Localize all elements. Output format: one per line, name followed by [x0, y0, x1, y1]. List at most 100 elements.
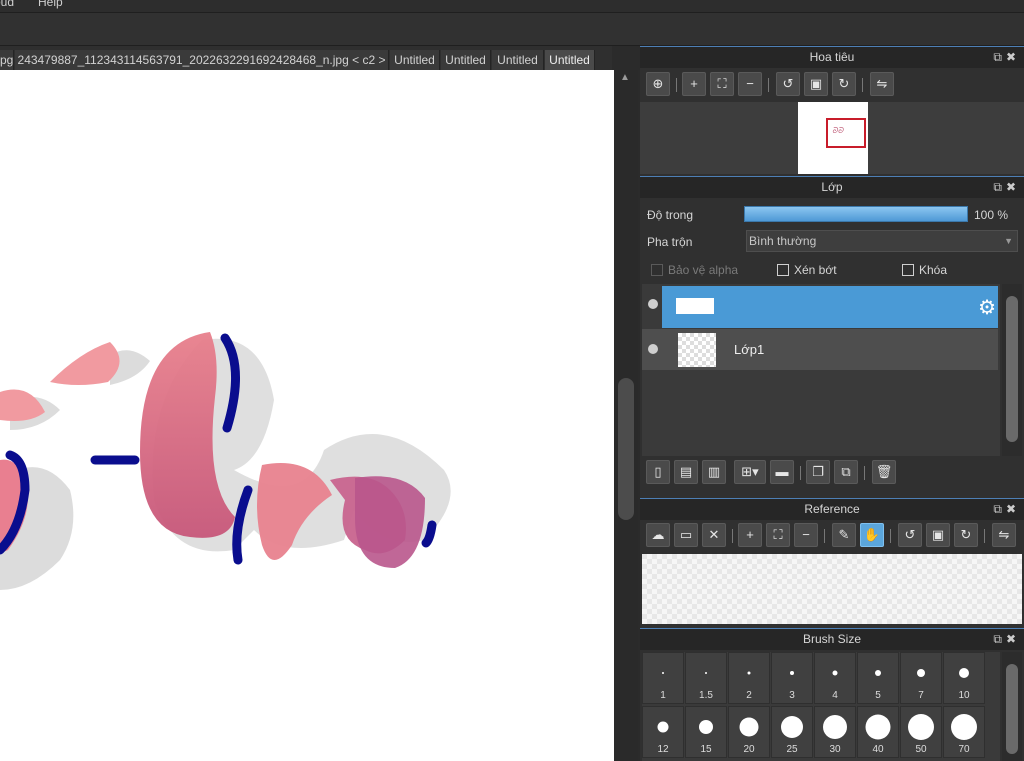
brush-size-cell[interactable]: 40 [857, 706, 899, 758]
brush-size-label: 40 [872, 744, 884, 755]
tab-untitled-1[interactable]: Untitled [390, 50, 440, 70]
brush-size-label: 5 [875, 690, 881, 701]
brush-dot-icon [699, 720, 713, 734]
layer-row-selected[interactable]: ⚙ [662, 286, 998, 328]
brush-size-label: 70 [958, 744, 970, 755]
rotate-left-icon[interactable]: ↺ [898, 523, 922, 547]
brush-dot-icon [739, 717, 759, 737]
brush-size-cell[interactable]: 2 [728, 652, 770, 704]
opacity-value: 100 % [974, 208, 1009, 222]
zoom-in-icon[interactable]: + [682, 72, 706, 96]
eyedropper-icon[interactable]: ✎ [832, 523, 856, 547]
folder-icon[interactable]: ▬ [770, 460, 794, 484]
lock-label: Khóa [919, 263, 948, 277]
layer-row[interactable]: Lớp1 [642, 328, 998, 370]
brush-size-cell[interactable]: 10 [943, 652, 985, 704]
add-layer-menu-icon[interactable]: ⊞▾ [734, 460, 766, 484]
brush-size-cell[interactable]: 5 [857, 652, 899, 704]
brush-size-cell[interactable]: 25 [771, 706, 813, 758]
new-8bit-layer-icon[interactable]: ▤ [674, 460, 698, 484]
panel-float-close-icons[interactable]: ⧉✖ [993, 177, 1020, 198]
flip-horizontal-icon[interactable]: ⇋ [870, 72, 894, 96]
brush-size-cell[interactable]: 1.5 [685, 652, 727, 704]
zoom-in-icon[interactable]: + [738, 523, 762, 547]
brush-size-cell[interactable]: 3 [771, 652, 813, 704]
flip-horizontal-icon[interactable]: ⇋ [992, 523, 1016, 547]
scrollbar-thumb[interactable] [618, 378, 634, 520]
zoom-out-icon[interactable]: − [738, 72, 762, 96]
panel-float-close-icons[interactable]: ⧉✖ [993, 499, 1020, 520]
brush-size-cell[interactable]: 4 [814, 652, 856, 704]
rotate-right-icon[interactable]: ↻ [832, 72, 856, 96]
tab-partial[interactable]: pg [0, 50, 14, 70]
panel-float-close-icons[interactable]: ⧉✖ [993, 629, 1020, 650]
navigator-preview[interactable]: ᘐᘐ [640, 102, 1024, 174]
navigator-thumbnail: ᘐᘐ [798, 102, 868, 174]
protect-alpha-checkbox[interactable] [651, 264, 663, 276]
brush-dot-icon [908, 714, 934, 740]
brush-dot-icon [951, 714, 977, 740]
blend-mode-select[interactable]: Bình thường ▼ [746, 230, 1018, 252]
brush-size-label: 50 [915, 744, 927, 755]
tab-untitled-active[interactable]: Untitled [545, 50, 595, 70]
brush-size-cell[interactable]: 7 [900, 652, 942, 704]
brush-dot-icon [959, 668, 969, 678]
brush-size-cell[interactable]: 30 [814, 706, 856, 758]
brush-size-cell[interactable]: 70 [943, 706, 985, 758]
document-tabs: pg 243479887_112343114563791_20226322916… [0, 46, 612, 70]
brush-size-label: 30 [829, 744, 841, 755]
brush-size-cell[interactable]: 12 [642, 706, 684, 758]
cloud-icon[interactable]: ☁ [646, 523, 670, 547]
blend-label: Pha trộn [647, 235, 693, 249]
lock-checkbox[interactable] [902, 264, 914, 276]
canvas-vertical-scrollbar[interactable]: ▲ [614, 70, 638, 761]
brush-size-label: 4 [832, 690, 838, 701]
layers-panel-header: Lớp ⧉✖ [640, 176, 1024, 198]
layer-visibility-icon[interactable] [648, 344, 658, 354]
reference-title: Reference [804, 502, 860, 516]
panel-float-close-icons[interactable]: ⧉✖ [993, 47, 1020, 68]
brush-dot-icon [781, 716, 803, 738]
brush-size-label: 1 [660, 690, 666, 701]
gear-icon[interactable]: ⚙ [978, 295, 996, 320]
fit-screen-icon[interactable]: ⛶ [766, 523, 790, 547]
merge-layer-icon[interactable]: ⧉ [834, 460, 858, 484]
brush-size-cell[interactable]: 1 [642, 652, 684, 704]
drawing-canvas[interactable] [0, 70, 614, 761]
clipping-checkbox[interactable] [777, 264, 789, 276]
new-layer-icon[interactable]: ▯ [646, 460, 670, 484]
opacity-slider[interactable] [744, 206, 968, 222]
navigator-panel-header: Hoa tiêu ⧉✖ [640, 46, 1024, 68]
menu-item-help[interactable]: Help [38, 0, 63, 9]
hand-tool-icon[interactable]: ✋ [860, 523, 884, 547]
tab-image-file[interactable]: 243479887_112343114563791_20226322916924… [15, 50, 389, 70]
close-icon[interactable]: ✕ [702, 523, 726, 547]
brush-size-scrollbar[interactable] [1002, 652, 1022, 761]
scroll-up-icon[interactable]: ▲ [620, 72, 630, 83]
menu-item-cloud[interactable]: oud [0, 0, 14, 9]
brush-dot-icon [657, 721, 669, 733]
rotate-left-icon[interactable]: ↺ [776, 72, 800, 96]
tab-untitled-3[interactable]: Untitled [492, 50, 544, 70]
new-1bit-layer-icon[interactable]: ▥ [702, 460, 726, 484]
right-panel-dock: Hoa tiêu ⧉✖ ⊕ + ⛶ − ↺ ▣ ↻ ⇋ ᘐᘐ Lớp ⧉✖ Độ… [640, 46, 1024, 761]
open-folder-icon[interactable]: ▭ [674, 523, 698, 547]
trash-icon[interactable]: 🗑 [872, 460, 896, 484]
reset-view-icon[interactable]: ▣ [926, 523, 950, 547]
layer-list-scrollbar[interactable] [1002, 284, 1022, 456]
brush-size-cell[interactable]: 15 [685, 706, 727, 758]
brush-size-label: 25 [786, 744, 798, 755]
reset-view-icon[interactable]: ▣ [804, 72, 828, 96]
tab-untitled-2[interactable]: Untitled [441, 50, 491, 70]
rotate-right-icon[interactable]: ↻ [954, 523, 978, 547]
brush-size-cell[interactable]: 50 [900, 706, 942, 758]
duplicate-layer-icon[interactable]: ❐ [806, 460, 830, 484]
layer-visibility-icon[interactable] [648, 299, 658, 309]
zoom-fit-icon[interactable]: ⊕ [646, 72, 670, 96]
fit-screen-icon[interactable]: ⛶ [710, 72, 734, 96]
reference-canvas[interactable] [642, 554, 1022, 624]
zoom-out-icon[interactable]: − [794, 523, 818, 547]
brush-size-label: 20 [743, 744, 755, 755]
reference-panel-header: Reference ⧉✖ [640, 498, 1024, 520]
brush-size-cell[interactable]: 20 [728, 706, 770, 758]
